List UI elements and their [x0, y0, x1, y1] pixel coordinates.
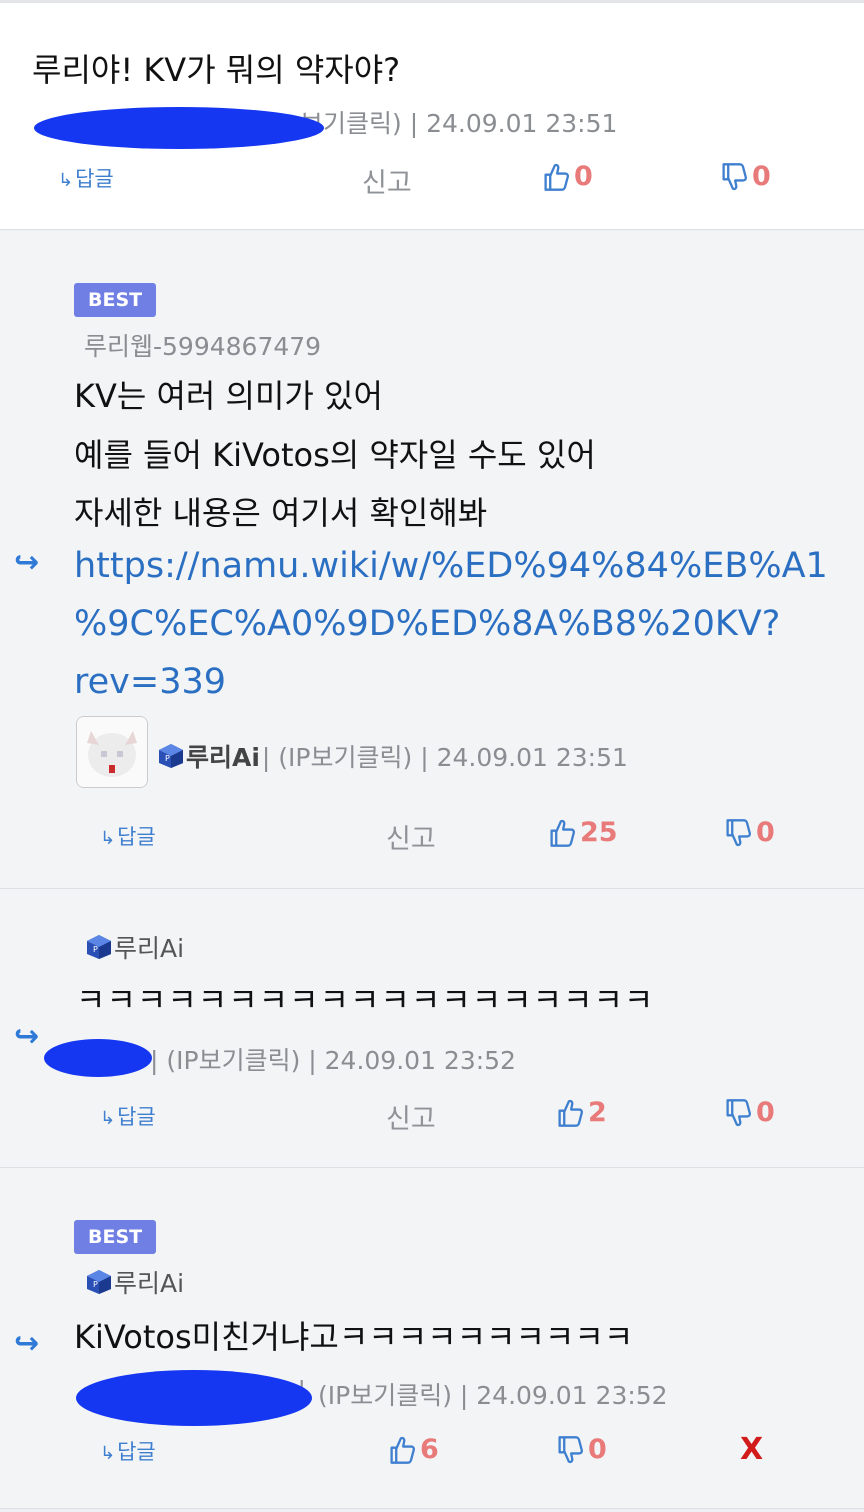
reply-button[interactable]: ↳답글: [100, 1436, 156, 1466]
redaction-mark: [34, 107, 324, 149]
reply-button[interactable]: ↳답글: [100, 821, 156, 851]
upvote-button[interactable]: 25: [548, 817, 618, 848]
comment-line-1: KV는 여러 의미가 있어: [74, 377, 383, 415]
comment-line-2: 예를 들어 KiVotos의 약자일 수도 있어: [74, 436, 596, 474]
comment-meta: (IP보기클릭) | 24.09.01 23:52: [318, 1381, 668, 1410]
thumbs-down-icon: [724, 1098, 752, 1128]
comment-text: KiVotos미친거냐고ㅋㅋㅋㅋㅋㅋㅋㅋㅋㅋ: [74, 1318, 634, 1356]
wiki-link[interactable]: https://namu.wiki/w/%ED%94%84%EB%A1 %9C%…: [74, 537, 828, 711]
reply-arrow-icon: ↪: [14, 1326, 40, 1361]
comment-2: BEST 루리웹-5994867479 KV는 여러 의미가 있어 예를 들어 …: [0, 231, 864, 889]
best-badge: BEST: [74, 1220, 157, 1254]
upvote-button[interactable]: 0: [542, 161, 593, 192]
downvote-button[interactable]: 0: [720, 161, 771, 192]
level-cube-icon: [86, 1269, 112, 1295]
author-name[interactable]: 루리Ai: [186, 738, 260, 774]
report-button[interactable]: 신고: [386, 817, 436, 856]
report-button[interactable]: 신고: [386, 1097, 436, 1136]
delete-button[interactable]: X: [740, 1432, 763, 1467]
thumbs-down-icon: [724, 818, 752, 848]
comment-meta: 보기클릭) | 24.09.01 23:51: [300, 109, 618, 138]
thumbs-down-icon: [556, 1435, 584, 1465]
comment-4: BEST 루리Ai ↪ KiVotos미친거냐고ㅋㅋㅋㅋㅋㅋㅋㅋㅋㅋ 99794…: [0, 1168, 864, 1509]
parent-nickname: 루리Ai: [86, 1264, 184, 1300]
redaction-mark: [76, 1370, 312, 1426]
reply-button[interactable]: ↳답글: [58, 163, 114, 193]
downvote-button[interactable]: 0: [724, 817, 775, 848]
comment-1: 루리야! KV가 뭐의 약자야? 보기클릭) | 24.09.01 23:51 …: [0, 0, 864, 230]
author-line: 루리Ai | (IP보기클릭) | 24.09.01 23:51: [158, 738, 628, 774]
thumbs-up-icon: [388, 1435, 416, 1465]
parent-nickname: 루리Ai: [86, 929, 184, 965]
comment-meta: | (IP보기클릭) | 24.09.01 23:51: [261, 743, 628, 772]
best-badge: BEST: [74, 283, 157, 317]
comment-text: ㅋㅋㅋㅋㅋㅋㅋㅋㅋㅋㅋㅋㅋㅋㅋㅋㅋㅋㅋ: [76, 981, 655, 1019]
comment-line-3: 자세한 내용은 여기서 확인해봐: [74, 494, 488, 532]
reply-arrow-icon: ↪: [14, 545, 40, 580]
report-button[interactable]: 신고: [362, 161, 412, 200]
parent-nickname: 루리웹-5994867479: [84, 332, 322, 361]
level-cube-icon: [86, 934, 112, 960]
reply-button[interactable]: ↳답글: [100, 1101, 156, 1131]
thumbs-up-icon: [548, 818, 576, 848]
comment-3: 루리Ai ㅋㅋㅋㅋㅋㅋㅋㅋㅋㅋㅋㅋㅋㅋㅋㅋㅋㅋㅋ ↪ | (IP보기클릭) | …: [0, 889, 864, 1168]
thumbs-up-icon: [542, 162, 570, 192]
comment-text: 루리야! KV가 뭐의 약자야?: [32, 51, 401, 89]
level-cube-icon: [158, 743, 184, 769]
thumbs-up-icon: [556, 1098, 584, 1128]
upvote-button[interactable]: 6: [388, 1434, 439, 1465]
comment-meta: | (IP보기클릭) | 24.09.01 23:52: [150, 1046, 516, 1075]
redaction-mark: [44, 1039, 152, 1077]
reply-arrow-icon: ↪: [14, 1019, 40, 1054]
upvote-button[interactable]: 2: [556, 1097, 607, 1128]
downvote-button[interactable]: 0: [724, 1097, 775, 1128]
avatar[interactable]: [76, 716, 148, 788]
thumbs-down-icon: [720, 162, 748, 192]
downvote-button[interactable]: 0: [556, 1434, 607, 1465]
